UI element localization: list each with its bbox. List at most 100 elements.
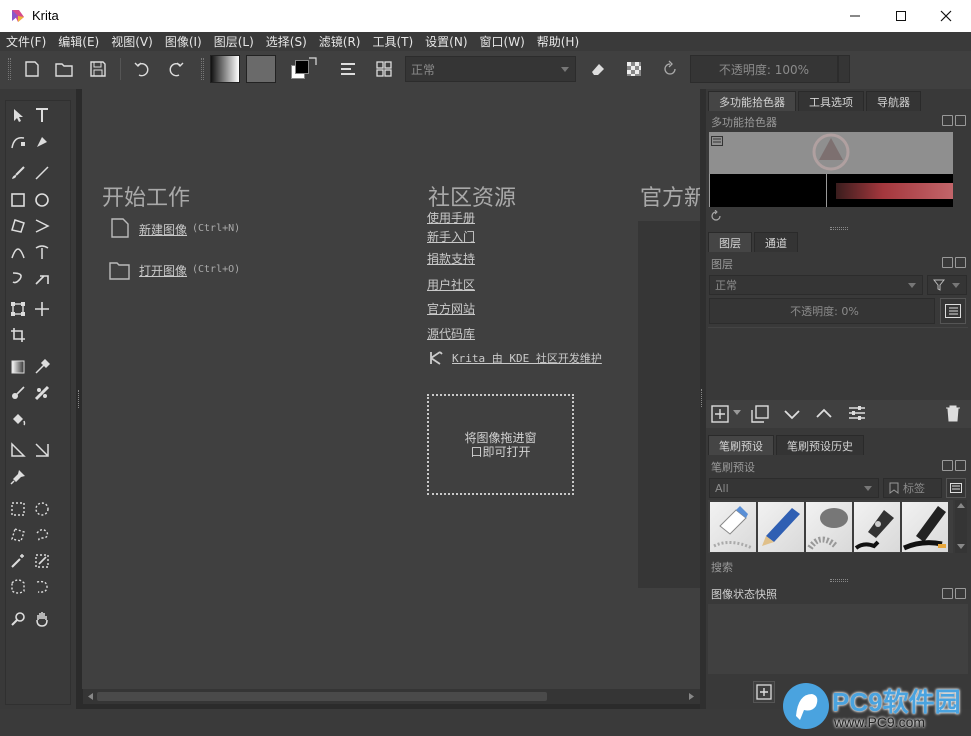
smart-patch-tool[interactable] <box>32 383 52 403</box>
float-docker-icon[interactable] <box>942 115 953 126</box>
elliptical-selection-tool[interactable] <box>32 499 52 519</box>
float-docker-icon[interactable] <box>942 460 953 471</box>
contiguous-selection-tool[interactable] <box>8 551 28 571</box>
fill-tool[interactable] <box>8 409 28 429</box>
snapshot-list[interactable] <box>708 604 968 674</box>
donation-link[interactable]: 捐款支持 <box>427 250 475 267</box>
move-layer-up-icon[interactable] <box>815 404 833 422</box>
menu-window[interactable]: 窗口(W) <box>480 33 525 50</box>
tab-color-selector[interactable]: 多功能拾色器 <box>708 91 796 111</box>
close-docker-icon[interactable] <box>955 588 966 599</box>
tab-layers[interactable]: 图层 <box>708 232 752 252</box>
calligraphy-tool[interactable] <box>32 132 52 152</box>
minimize-button[interactable] <box>832 0 878 32</box>
menu-settings[interactable]: 设置(N) <box>425 33 467 50</box>
brush-editor-button[interactable] <box>334 55 362 83</box>
add-snapshot-button[interactable] <box>753 681 775 703</box>
open-image-folder-icon[interactable] <box>108 259 132 281</box>
user-community-link[interactable]: 用户社区 <box>427 276 475 293</box>
preserve-alpha-button[interactable] <box>620 55 648 83</box>
trash-icon[interactable] <box>945 404 961 422</box>
brush-filter-select[interactable]: All <box>709 478 879 498</box>
tab-brush-history[interactable]: 笔刷预设历史 <box>776 435 864 455</box>
freehand-brush-tool[interactable] <box>8 163 28 183</box>
save-button[interactable] <box>84 55 112 83</box>
drop-zone[interactable]: 将图像拖进窗 口即可打开 <box>427 394 574 495</box>
pencil-preset[interactable] <box>758 502 804 552</box>
close-docker-icon[interactable] <box>955 460 966 471</box>
close-button[interactable] <box>923 0 969 32</box>
scroll-right-icon[interactable] <box>688 692 696 701</box>
select-shapes-tool[interactable] <box>8 105 28 125</box>
color-wheel[interactable] <box>811 132 851 172</box>
layer-list[interactable] <box>708 327 968 399</box>
color-swatch[interactable] <box>289 55 319 83</box>
toolbar-grip-2[interactable] <box>201 58 204 80</box>
toolbar-grip[interactable] <box>8 58 11 80</box>
chevron-down-icon[interactable] <box>733 410 741 416</box>
duplicate-layer-icon[interactable] <box>751 405 769 423</box>
close-docker-icon[interactable] <box>955 115 966 126</box>
tab-channels[interactable]: 通道 <box>754 232 798 252</box>
text-tool[interactable] <box>32 105 52 125</box>
rectangular-selection-tool[interactable] <box>8 499 28 519</box>
sliders-icon[interactable] <box>848 404 866 422</box>
kde-link[interactable]: Krita 由 KDE 社区开发维护 <box>452 350 602 366</box>
freehand-selection-tool[interactable] <box>32 525 52 545</box>
menu-filter[interactable]: 滤镜(R) <box>319 33 361 50</box>
zoom-tool[interactable] <box>8 609 28 629</box>
colorize-mask-tool[interactable] <box>8 383 28 403</box>
menu-help[interactable]: 帮助(H) <box>537 33 579 50</box>
selector-settings-icon[interactable] <box>711 136 723 146</box>
transform-tool[interactable] <box>8 299 28 319</box>
similar-color-selection-tool[interactable] <box>32 551 52 571</box>
scrollbar-thumb[interactable] <box>97 692 547 701</box>
color-picker-tool[interactable] <box>32 357 52 377</box>
layer-blend-select[interactable]: 正常 <box>709 275 923 295</box>
scroll-down-icon[interactable] <box>957 544 965 550</box>
user-manual-link[interactable]: 使用手册 <box>427 209 475 226</box>
menu-layer[interactable]: 图层(L) <box>214 33 254 50</box>
opacity-slider[interactable]: 不透明度: 100% <box>690 55 838 83</box>
pattern-selector[interactable] <box>246 55 276 83</box>
polygonal-selection-tool[interactable] <box>8 525 28 545</box>
gradient-tool[interactable] <box>8 357 28 377</box>
eraser-mode-button[interactable] <box>584 55 612 83</box>
multibrush-tool[interactable] <box>32 268 52 288</box>
brush-presets-button[interactable] <box>370 55 398 83</box>
freehand-path-tool[interactable] <box>32 242 52 262</box>
source-code-link[interactable]: 源代码库 <box>427 325 475 342</box>
tab-brush-presets[interactable]: 笔刷预设 <box>708 435 774 455</box>
color-selector-area[interactable] <box>709 132 953 174</box>
redo-button[interactable] <box>162 55 190 83</box>
airbrush-preset[interactable] <box>806 502 852 552</box>
toolbox-splitter[interactable] <box>78 390 81 408</box>
polygon-tool[interactable] <box>8 216 28 236</box>
docker-resize-grip[interactable] <box>830 227 848 230</box>
layer-filter-button[interactable] <box>927 275 967 295</box>
reference-images-tool[interactable] <box>8 467 28 487</box>
layer-properties-button[interactable] <box>940 298 966 324</box>
color-history-strip[interactable] <box>709 174 953 207</box>
opacity-spinner[interactable] <box>838 55 850 83</box>
new-image-link[interactable]: 新建图像 <box>139 221 187 238</box>
menu-view[interactable]: 视图(V) <box>111 33 153 50</box>
new-document-button[interactable] <box>18 55 46 83</box>
move-tool[interactable] <box>32 299 52 319</box>
marker-preset[interactable] <box>902 502 948 552</box>
add-layer-icon[interactable] <box>711 405 729 423</box>
tab-navigator[interactable]: 导航器 <box>866 91 921 111</box>
brush-search-field[interactable]: 搜索 <box>709 557 968 576</box>
bezier-selection-tool[interactable] <box>8 577 28 597</box>
polyline-tool[interactable] <box>32 216 52 236</box>
brush-view-button[interactable] <box>946 478 966 498</box>
brush-scrollbar[interactable] <box>955 500 967 553</box>
tab-tool-options[interactable]: 工具选项 <box>798 91 864 111</box>
horizontal-scrollbar[interactable] <box>83 689 700 704</box>
menu-file[interactable]: 文件(F) <box>6 33 46 50</box>
close-docker-icon[interactable] <box>955 257 966 268</box>
move-layer-down-icon[interactable] <box>783 406 801 424</box>
magnetic-selection-tool[interactable] <box>32 577 52 597</box>
ink-pen-preset[interactable] <box>854 502 900 552</box>
open-image-link[interactable]: 打开图像 <box>139 262 187 279</box>
